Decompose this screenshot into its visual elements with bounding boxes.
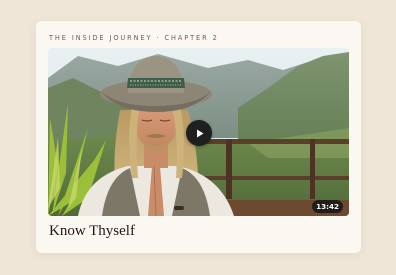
eyebrow-separator: ·	[156, 34, 161, 42]
series-label: THE INSIDE JOURNEY	[49, 34, 153, 42]
video-thumbnail[interactable]: 13:42	[48, 48, 349, 216]
chapter-label: CHAPTER 2	[164, 34, 219, 42]
card-eyebrow: THE INSIDE JOURNEY · CHAPTER 2	[49, 34, 219, 42]
video-title[interactable]: Know Thyself	[49, 223, 135, 240]
duration-badge: 13:42	[312, 200, 343, 213]
play-button[interactable]	[186, 120, 212, 146]
play-icon	[196, 129, 203, 137]
video-card[interactable]: THE INSIDE JOURNEY · CHAPTER 2 13:42 Kno…	[36, 21, 361, 253]
